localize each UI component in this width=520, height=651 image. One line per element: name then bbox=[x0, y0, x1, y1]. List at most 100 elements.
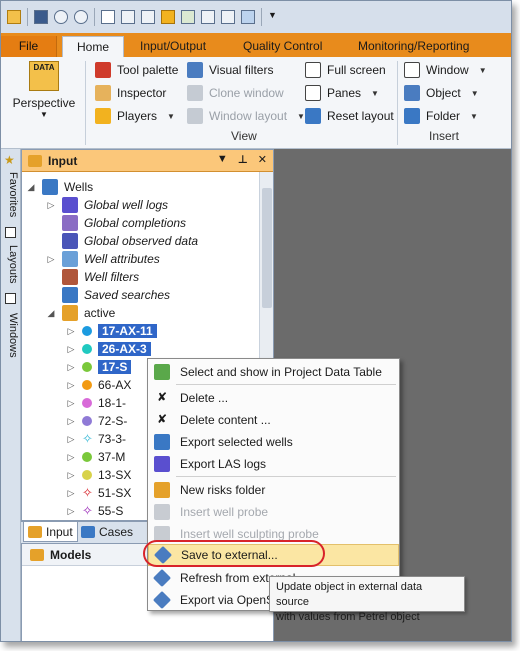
observed-data-icon bbox=[62, 233, 78, 249]
tree-item-global-well-logs[interactable]: ▷ Global well logs bbox=[46, 196, 168, 214]
menu-item-export-selected[interactable]: Export selected wells bbox=[148, 431, 399, 453]
tree-item-active[interactable]: ◢ active bbox=[46, 304, 115, 322]
star-icon[interactable]: ★ bbox=[4, 153, 15, 167]
panes-button[interactable]: Panes ▼ bbox=[305, 83, 379, 103]
menu-item-export-las[interactable]: Export LAS logs bbox=[148, 453, 399, 475]
insert-object-button[interactable]: Object ▼ bbox=[404, 83, 479, 103]
new-window-icon[interactable] bbox=[101, 10, 115, 24]
tree-item-well[interactable]: ▷ ✧ 55-S bbox=[66, 502, 124, 520]
close-icon[interactable]: ✕ bbox=[258, 153, 267, 166]
tab-layouts[interactable]: Layouts bbox=[3, 241, 19, 287]
chevron-down-icon[interactable]: ▼ bbox=[217, 153, 228, 166]
tree-item-wells[interactable]: ◢ Wells bbox=[26, 178, 93, 196]
tree-item-well[interactable]: ▷ 72-S- bbox=[66, 412, 128, 430]
expand-icon[interactable]: ▷ bbox=[66, 380, 76, 391]
tree-item-well-filters[interactable]: Well filters bbox=[46, 268, 139, 286]
tree-item-well[interactable]: ▷ 17-S bbox=[66, 358, 132, 376]
scrollbar-thumb[interactable] bbox=[262, 188, 272, 308]
side-tab-bar: ★ Favorites Layouts Windows bbox=[1, 149, 21, 641]
pick-icon[interactable] bbox=[141, 10, 155, 24]
tab-quality-control[interactable]: Quality Control bbox=[243, 36, 322, 57]
tree-item-well[interactable]: ▷ 37-M bbox=[66, 448, 126, 466]
players-label: Players bbox=[117, 109, 158, 123]
expand-icon[interactable]: ▷ bbox=[66, 506, 76, 517]
perspective-button[interactable]: DATA Perspective ▼ bbox=[9, 61, 79, 127]
visual-filters-button[interactable]: Visual filters bbox=[187, 60, 273, 80]
tab-file[interactable]: File bbox=[1, 36, 57, 57]
tab-favorites[interactable]: Favorites bbox=[3, 169, 19, 221]
well-dot-icon bbox=[82, 380, 92, 390]
tree-item-global-completions[interactable]: Global completions bbox=[46, 214, 186, 232]
tab-cases[interactable]: Cases bbox=[77, 522, 137, 542]
tree-item-well[interactable]: ▷ 26-AX-3 bbox=[66, 340, 151, 358]
expand-icon[interactable]: ▷ bbox=[66, 416, 76, 427]
tab-monitoring-reporting[interactable]: Monitoring/Reporting bbox=[358, 36, 469, 57]
play-icon[interactable] bbox=[161, 10, 175, 24]
menu-item-insert-well-probe[interactable]: Insert well probe bbox=[148, 501, 399, 523]
app-icon[interactable] bbox=[7, 10, 21, 24]
collapse-icon[interactable]: ◢ bbox=[46, 308, 56, 319]
menu-item-label: Insert well probe bbox=[180, 505, 269, 519]
expand-icon[interactable]: ▷ bbox=[66, 398, 76, 409]
insert-window-button[interactable]: Window ▼ bbox=[404, 60, 487, 80]
arrow-icon[interactable] bbox=[241, 10, 255, 24]
tree-label: Global well logs bbox=[84, 198, 169, 212]
expand-icon[interactable]: ▷ bbox=[66, 470, 76, 481]
check-icon[interactable] bbox=[181, 10, 195, 24]
tab-input-output[interactable]: Input/Output bbox=[140, 36, 206, 57]
folder-icon bbox=[28, 154, 42, 167]
tab-windows[interactable]: Windows bbox=[3, 307, 19, 363]
select-tool-icon[interactable] bbox=[121, 10, 135, 24]
tree-item-saved-searches[interactable]: Saved searches bbox=[46, 286, 170, 304]
window-layout-button[interactable]: Window layout ▼ bbox=[187, 106, 305, 126]
copy-icon[interactable] bbox=[201, 10, 215, 24]
menu-item-delete[interactable]: ✘ Delete ... bbox=[148, 387, 399, 409]
redo-icon[interactable] bbox=[74, 10, 88, 24]
menu-item-new-risks-folder[interactable]: New risks folder bbox=[148, 479, 399, 501]
tree-item-well[interactable]: ▷ 18-1- bbox=[66, 394, 126, 412]
folder-icon bbox=[28, 525, 42, 538]
players-button[interactable]: Players ▼ bbox=[95, 106, 175, 126]
tree-item-global-observed-data[interactable]: Global observed data bbox=[46, 232, 198, 250]
menu-separator bbox=[176, 384, 396, 385]
menu-item-delete-content[interactable]: ✘ Delete content ... bbox=[148, 409, 399, 431]
tab-home[interactable]: Home bbox=[62, 36, 124, 57]
expand-icon[interactable]: ▷ bbox=[66, 344, 76, 355]
windows-icon[interactable] bbox=[5, 293, 16, 304]
layouts-icon[interactable] bbox=[5, 227, 16, 238]
undo-icon[interactable] bbox=[54, 10, 68, 24]
expand-icon[interactable]: ▷ bbox=[46, 254, 56, 265]
expand-icon[interactable]: ▷ bbox=[66, 362, 76, 373]
tree-label: Global observed data bbox=[84, 234, 199, 248]
tree-item-well[interactable]: ▷ 17-AX-11 bbox=[66, 322, 157, 340]
reset-layout-button[interactable]: Reset layout bbox=[305, 106, 394, 126]
paste-icon[interactable] bbox=[221, 10, 235, 24]
collapse-icon[interactable]: ◢ bbox=[26, 182, 36, 193]
customize-icon[interactable]: ▼ bbox=[268, 10, 282, 24]
menu-item-select-show[interactable]: Select and show in Project Data Table bbox=[148, 361, 399, 383]
pin-icon[interactable]: ⊥ bbox=[238, 153, 248, 166]
tree-item-well[interactable]: ▷ ✧ 51-SX bbox=[66, 484, 132, 502]
tree-item-well-attributes[interactable]: ▷ Well attributes bbox=[46, 250, 160, 268]
full-screen-button[interactable]: Full screen bbox=[305, 60, 386, 80]
menu-item-label: New risks folder bbox=[180, 483, 266, 497]
tool-palette-button[interactable]: Tool palette bbox=[95, 60, 178, 80]
inspector-button[interactable]: Inspector bbox=[95, 83, 166, 103]
menu-item-label: Export LAS logs bbox=[180, 457, 267, 471]
highlight-ring bbox=[143, 540, 325, 567]
window-layout-label: Window layout bbox=[209, 109, 288, 123]
tree-item-well[interactable]: ▷ 13-SX bbox=[66, 466, 132, 484]
tree-item-well[interactable]: ▷ ✧ 73-3- bbox=[66, 430, 126, 448]
well-attributes-icon bbox=[62, 251, 78, 267]
clone-window-button[interactable]: Clone window bbox=[187, 83, 284, 103]
insert-folder-button[interactable]: Folder ▼ bbox=[404, 106, 478, 126]
save-icon[interactable] bbox=[34, 10, 48, 24]
expand-icon[interactable]: ▷ bbox=[66, 326, 76, 337]
expand-icon[interactable]: ▷ bbox=[66, 452, 76, 463]
window-icon bbox=[404, 62, 420, 78]
expand-icon[interactable]: ▷ bbox=[46, 200, 56, 211]
tree-item-well[interactable]: ▷ 66-AX bbox=[66, 376, 132, 394]
tab-input[interactable]: Input bbox=[23, 522, 78, 542]
expand-icon[interactable]: ▷ bbox=[66, 434, 76, 445]
expand-icon[interactable]: ▷ bbox=[66, 488, 76, 499]
